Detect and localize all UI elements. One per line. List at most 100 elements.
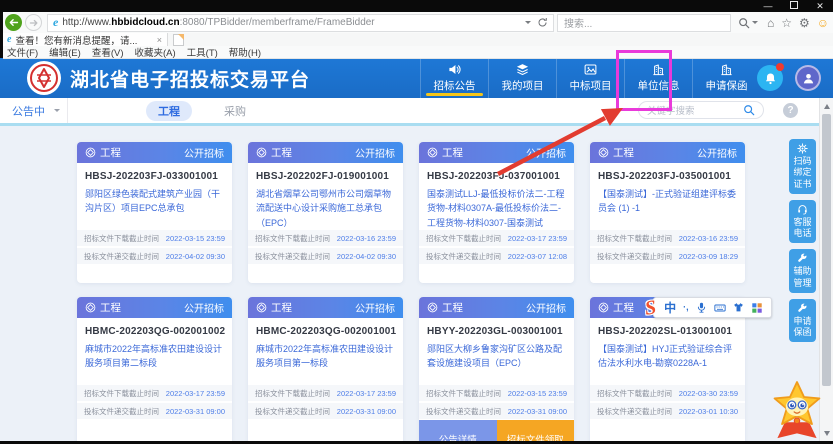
platform-logo: [27, 61, 61, 95]
notification-bell-button[interactable]: [757, 65, 783, 91]
divider: [0, 123, 833, 126]
browser-search-input[interactable]: 搜索...: [557, 14, 731, 32]
side-button[interactable]: 扫码绑定证书: [789, 139, 816, 194]
announcement-card[interactable]: 工程 公开招标 HBSJ-202203FJ-035001001 【国泰测试】-正…: [590, 142, 745, 283]
close-button[interactable]: ✕: [807, 0, 833, 12]
download-deadline-row: 招标文件下载截止时间 2022-03-16 23:59: [590, 230, 745, 246]
document-receive-button[interactable]: 招标文件领取: [497, 420, 575, 441]
menu-item[interactable]: 工具(T): [187, 45, 218, 59]
nav-item[interactable]: 我的项目: [488, 58, 556, 98]
announcement-card[interactable]: 工程 公开招标 HBSJ-202203FJ-037001001 国泰测试LLJ-…: [419, 142, 574, 283]
project-code: HBMC-202203QG-002001002: [77, 318, 232, 337]
menu-item[interactable]: 编辑(E): [49, 45, 81, 59]
menu-item[interactable]: 收藏夹(A): [134, 45, 175, 59]
ie-icon: e: [53, 15, 58, 30]
toolbox-icon[interactable]: [751, 302, 763, 314]
project-title-link[interactable]: 国泰测试LLJ-最低投标价法二-工程货物-材料0307A-最低投标价法二-工程货…: [419, 182, 574, 230]
ime-panel: 中 ·,: [653, 297, 772, 318]
user-avatar-button[interactable]: [795, 65, 821, 91]
status-dropdown[interactable]: 公告中: [0, 98, 68, 123]
category-tab[interactable]: 采购: [212, 101, 258, 121]
search-icon: [738, 17, 750, 29]
back-button[interactable]: [5, 14, 22, 31]
card-tag-label: 工程: [271, 145, 292, 160]
announcement-card[interactable]: 工程 公开招标 HBMC-202203QG-002001001 麻城市2022年…: [248, 297, 403, 441]
project-code: HBSJ-202203FJ-033001001: [77, 163, 232, 182]
project-title-link[interactable]: 郧阳区大柳乡鲁家沟矿区公路及配套设施建设项目（EPC）: [419, 337, 574, 371]
submit-deadline-row: 投标文件递交截止时间 2022-03-09 18:29: [590, 248, 745, 264]
card-tag: 工程: [256, 145, 292, 160]
announcement-card[interactable]: 工程 公开招标 HBSJ-202202FJ-019001001 湖北省烟草公司鄂…: [248, 142, 403, 283]
card-tag-label: 工程: [100, 145, 121, 160]
settings-icon[interactable]: ⚙: [799, 17, 810, 29]
forward-button[interactable]: [25, 14, 42, 31]
url-dropdown-icon[interactable]: [525, 21, 531, 27]
menu-item[interactable]: 帮助(H): [229, 45, 261, 59]
project-title-link[interactable]: 郧阳区绿色装配式建筑产业园（干沟片区）项目EPC总承包: [77, 182, 232, 216]
nav-item[interactable]: 招标公告: [420, 58, 488, 98]
card-badge: 公开招标: [355, 300, 395, 315]
side-button[interactable]: 客服电话: [789, 200, 816, 244]
forward-arrow-icon: [29, 18, 39, 28]
side-button[interactable]: 申请保函: [789, 299, 816, 343]
compass-icon: [598, 147, 609, 158]
star-mascot[interactable]: [769, 380, 825, 444]
browser-search-button[interactable]: [738, 17, 758, 29]
deadline-value: 2022-03-30 23:59: [679, 389, 738, 398]
nav-item[interactable]: 中标项目: [556, 58, 624, 98]
building-icon: [720, 63, 733, 76]
deadline-label: 招标文件下载截止时间: [84, 233, 159, 244]
project-title-link[interactable]: 湖北省烟草公司鄂州市公司烟草物流配送中心设计采购施工总承包（EPC）: [248, 182, 403, 230]
announcement-card[interactable]: 工程 公开招标 HBSJ-202202SL-013001001 【国泰测试】HY…: [590, 297, 745, 441]
notification-badge: [776, 63, 784, 71]
keyboard-icon[interactable]: [714, 302, 726, 314]
search-icon[interactable]: [743, 104, 755, 116]
announcement-detail-button[interactable]: 公告详情: [419, 420, 497, 441]
scroll-up-button[interactable]: [820, 99, 833, 113]
download-deadline-row: 招标文件下载截止时间 2022-03-17 23:59: [77, 385, 232, 401]
feedback-icon[interactable]: ☺: [817, 17, 829, 29]
compass-icon: [85, 147, 96, 158]
download-deadline-row: 招标文件下载截止时间 2022-03-17 23:59: [419, 230, 574, 246]
help-button[interactable]: ?: [783, 103, 798, 118]
deadline-label: 投标文件递交截止时间: [255, 251, 330, 262]
project-title-link[interactable]: 麻城市2022年高标准农田建设设计服务项目第二标段: [77, 337, 232, 371]
menu-item[interactable]: 文件(F): [7, 45, 38, 59]
ime-language-toggle[interactable]: 中: [664, 302, 676, 314]
deadline-value: 2022-03-31 09:00: [166, 407, 225, 416]
menu-item[interactable]: 查看(V): [92, 45, 124, 59]
favorites-icon[interactable]: ☆: [781, 17, 792, 29]
mic-icon[interactable]: [696, 302, 707, 313]
project-title-link[interactable]: 【国泰测试】-正式验证组建评标委员会 (1) -1: [590, 182, 745, 216]
card-badge: 公开招标: [697, 145, 737, 160]
side-button[interactable]: 辅助管理: [789, 249, 816, 293]
home-icon[interactable]: ⌂: [767, 17, 774, 29]
ime-punctuation-toggle[interactable]: ·,: [683, 303, 689, 312]
submit-deadline-row: 投标文件递交截止时间 2022-04-02 09:30: [77, 248, 232, 264]
scrollbar-thumb[interactable]: [822, 114, 831, 386]
submit-deadline-row: 投标文件递交截止时间 2022-03-01 10:30: [590, 403, 745, 419]
submit-deadline-row: 投标文件递交截止时间 2022-03-31 09:00: [248, 403, 403, 419]
category-tab[interactable]: 工程: [146, 101, 192, 121]
deadline-label: 招标文件下载截止时间: [597, 233, 672, 244]
refresh-icon[interactable]: [537, 17, 548, 28]
announcement-card[interactable]: 工程 公开招标 HBSJ-202203FJ-033001001 郧阳区绿色装配式…: [77, 142, 232, 283]
maximize-button[interactable]: [781, 0, 807, 12]
minimize-button[interactable]: —: [755, 0, 781, 12]
main-nav: 招标公告 我的项目 中标项目 单位信息 申请保函: [420, 58, 760, 98]
triangle-up-icon: [824, 101, 830, 109]
announcement-card[interactable]: 工程 公开招标 HBMC-202203QG-002001002 麻城市2022年…: [77, 297, 232, 441]
tab-close-icon[interactable]: ×: [157, 35, 162, 45]
nav-item[interactable]: 申请保函: [692, 58, 760, 98]
card-header: 工程 公开招标: [590, 142, 745, 163]
address-bar[interactable]: e http://www.hbbidcloud.cn:8080/TPBidder…: [47, 14, 554, 32]
card-tag: 工程: [427, 145, 463, 160]
project-title-link[interactable]: 【国泰测试】HYJ正式验证综合评估法水利水电-勘察0228A-1: [590, 337, 745, 371]
deadline-label: 投标文件递交截止时间: [597, 406, 672, 417]
deadline-value: 2022-03-15 23:59: [508, 389, 567, 398]
deadline-value: 2022-03-31 09:00: [337, 407, 396, 416]
project-title-link[interactable]: 麻城市2022年高标准农田建设设计服务项目第一标段: [248, 337, 403, 371]
shirt-icon[interactable]: [733, 302, 744, 313]
project-code: HBSJ-202203FJ-037001001: [419, 163, 574, 182]
announcement-card[interactable]: 工程 公开招标 HBYY-202203GL-003001001 郧阳区大柳乡鲁家…: [419, 297, 574, 441]
